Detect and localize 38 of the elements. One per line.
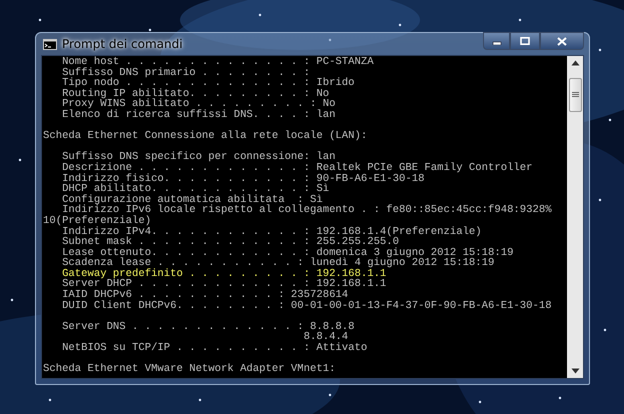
- window-title: Prompt dei comandi: [62, 37, 183, 51]
- console-line: Nome host . . . . . . . . . . . . . . : PC-STANZA: [62, 57, 374, 68]
- console-line: 10(Preferenziale): [43, 216, 152, 226]
- maximize-icon: [520, 37, 530, 45]
- console-line: Server DNS . . . . . . . . . . . . . : 8.8.8.8: [62, 322, 354, 332]
- maximize-button[interactable]: [510, 32, 540, 50]
- console-line: Descrizione . . . . . . . . . . . . . : Realtek PCIe GBE Family Controller: [62, 162, 533, 174]
- console-line: Gateway predefinito . . . . . . . . . : 192.168.1.1: [62, 268, 386, 280]
- console-line: Scheda Ethernet VMware Network Adapter VMnet1:: [43, 364, 336, 375]
- console-line: Suffisso DNS primario . . . . . . . . :: [62, 68, 310, 78]
- close-icon: [557, 36, 567, 46]
- console-line: Tipo nodo . . . . . . . . . . . . . . : Ibrido: [62, 78, 354, 89]
- console-line: NetBIOS su TCP/IP . . . . . . . . . . : Attivato: [62, 343, 368, 354]
- scroll-thumb[interactable]: [568, 78, 582, 112]
- console-line: Configurazione automatica abilitata : Sì: [62, 194, 323, 206]
- scroll-up-icon[interactable]: [570, 60, 580, 66]
- console-line: Routing IP abilitato. . . . . . . . . : No: [62, 88, 330, 100]
- console-line: Suffisso DNS specifico per connessione: lan: [62, 152, 336, 163]
- console-line: Lease ottenuto. . . . . . . . . . . . : domenica 3 giugno 2012 15:18:19: [62, 248, 514, 258]
- scrollbar[interactable]: [567, 56, 583, 378]
- console-line: 8.8.4.4: [304, 332, 348, 344]
- console-line: DHCP abilitato. . . . . . . . . . . . : Sì: [62, 184, 330, 195]
- console-line: DUID Client DHCPv6. . . . . . . . : 00-01-00-01-13-F4-37-0F-90-FB-A6-E1-30-18: [62, 300, 552, 312]
- console-line: Indirizzo IPv6 locale rispetto al collegamento . : fe80::85ec:45cc:f948:9328%: [62, 205, 552, 216]
- console-line: Scadenza lease . . . . . . . . . . . : lunedì 4 giugno 2012 15:18:19: [62, 258, 494, 269]
- console-line: Server DHCP . . . . . . . . . . . . . : 192.168.1.1: [62, 279, 386, 290]
- minimize-button[interactable]: [483, 32, 510, 50]
- scroll-down-icon[interactable]: [570, 368, 580, 374]
- console-line: Indirizzo IPv4. . . . . . . . . . . . : 192.168.1.4(Preferenziale): [62, 226, 482, 238]
- console-line: Subnet mask . . . . . . . . . . . . . : 255.255.255.0: [62, 237, 399, 248]
- close-button[interactable]: [540, 32, 584, 50]
- console-line: IAID DHCPv6 . . . . . . . . . . . : 235728614: [62, 290, 348, 301]
- console-line: Elenco di ricerca suffissi DNS. . . . : lan: [62, 110, 336, 121]
- grip-icon: [572, 92, 578, 98]
- console-line: Proxy WINS abilitato . . . . . . . . . : No: [62, 99, 336, 110]
- console-line: Scheda Ethernet Connessione alla rete locale (LAN):: [43, 131, 368, 142]
- console-line: Indirizzo fisico. . . . . . . . . . . : 90-FB-A6-E1-30-18: [62, 174, 424, 184]
- console-icon: [43, 38, 57, 50]
